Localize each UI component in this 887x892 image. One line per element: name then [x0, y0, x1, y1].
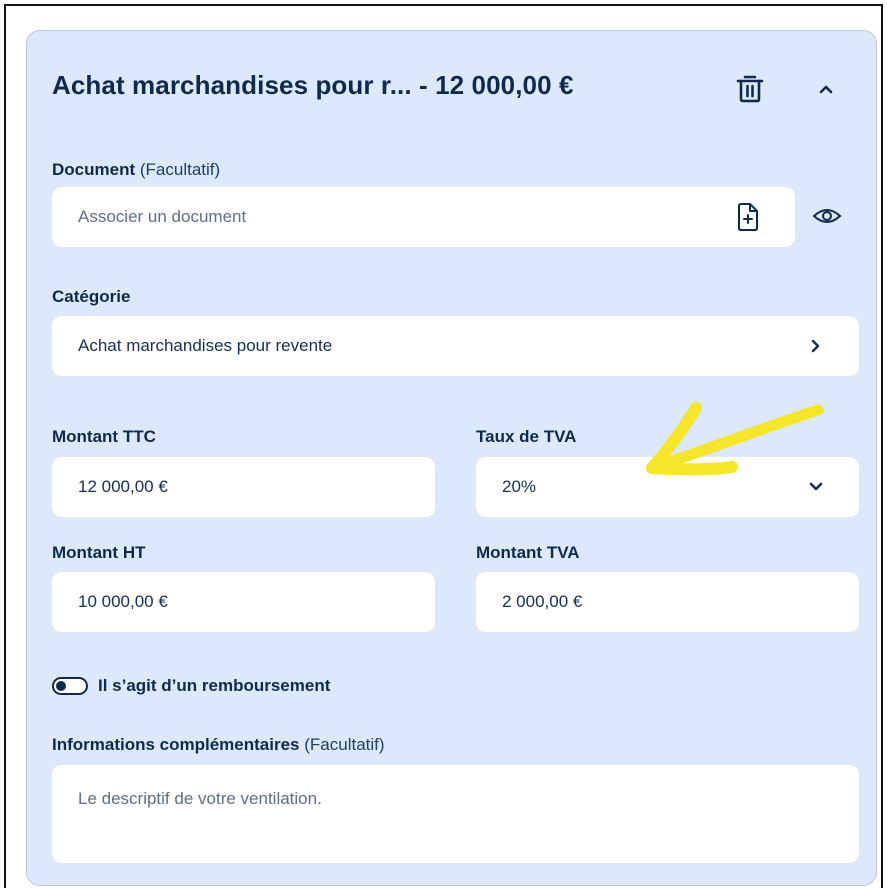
- vat-rate-select[interactable]: 20%: [476, 457, 859, 517]
- extra-info-optional-hint: (Facultatif): [304, 735, 385, 754]
- category-value: Achat marchandises pour revente: [78, 336, 333, 355]
- amount-ht-field[interactable]: 10 000,00 €: [52, 572, 435, 632]
- document-placeholder: Associer un document: [78, 207, 247, 226]
- chevron-down-icon: [809, 482, 823, 491]
- document-label: Document (Facultatif): [52, 160, 220, 180]
- extra-info-textarea[interactable]: Le descriptif de votre ventilation.: [52, 765, 859, 863]
- vat-rate-label: Taux de TVA: [476, 427, 577, 446]
- amount-vat-label: Montant TVA: [476, 543, 580, 562]
- trash-icon[interactable]: [735, 72, 765, 104]
- amount-vat-field[interactable]: 2 000,00 €: [476, 572, 859, 632]
- refund-toggle[interactable]: [52, 677, 88, 695]
- refund-toggle-knob: [56, 681, 66, 691]
- amount-ttc-value: 12 000,00 €: [78, 477, 168, 496]
- amount-ht-value: 10 000,00 €: [78, 592, 168, 611]
- refund-toggle-label[interactable]: Il s’agit d’un remboursement: [98, 676, 330, 696]
- chevron-right-icon: [811, 339, 820, 353]
- amount-ttc-label: Montant TTC: [52, 427, 156, 446]
- line-title: Achat marchandises pour r... - 12 000,00…: [52, 70, 574, 100]
- document-label-text: Document: [52, 160, 136, 179]
- category-label: Catégorie: [52, 287, 131, 306]
- file-add-icon[interactable]: [735, 202, 761, 232]
- extra-info-placeholder: Le descriptif de votre ventilation.: [78, 789, 322, 808]
- document-optional-hint: (Facultatif): [139, 160, 221, 179]
- extra-info-label-text: Informations complémentaires: [52, 735, 300, 754]
- eye-icon[interactable]: [812, 205, 842, 227]
- category-select[interactable]: Achat marchandises pour revente: [52, 316, 859, 376]
- chevron-up-icon[interactable]: [814, 80, 838, 98]
- amount-ttc-field[interactable]: 12 000,00 €: [52, 457, 435, 517]
- amount-ht-label: Montant HT: [52, 543, 146, 562]
- extra-info-label: Informations complémentaires (Facultatif…: [52, 735, 385, 755]
- vat-rate-value: 20%: [502, 477, 537, 496]
- document-field[interactable]: Associer un document: [52, 187, 795, 247]
- amount-vat-value: 2 000,00 €: [502, 592, 583, 611]
